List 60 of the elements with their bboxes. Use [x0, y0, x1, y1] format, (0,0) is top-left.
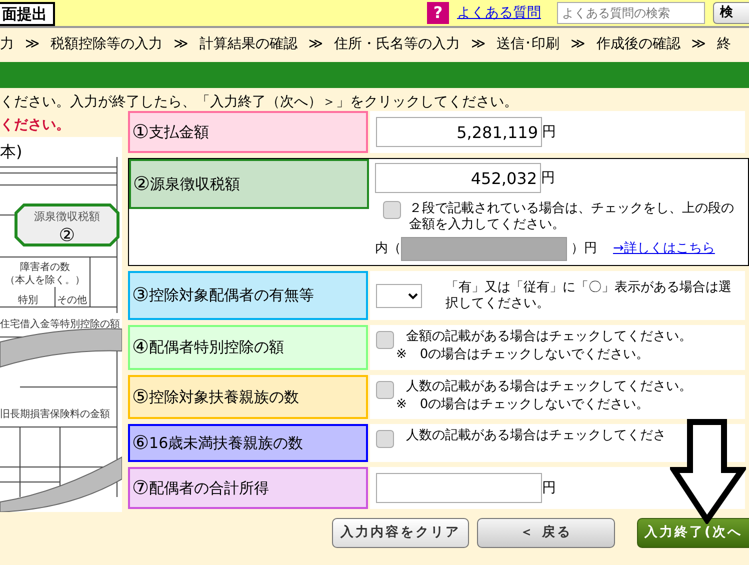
back-button[interactable]: ＜ 戻る [477, 518, 615, 548]
help-icon[interactable]: ? [427, 2, 449, 24]
hint-text: 「有」又は「従有」に「〇」表示がある場合は選択してください。 [446, 280, 733, 312]
step-arrow: ≫ [570, 34, 586, 54]
checkbox-text: ２段で記載されている場合は、チェックをし、上の段の金額を入力してください。 [409, 201, 735, 233]
select-field[interactable] [376, 284, 422, 308]
highlight-label: 源泉徴収税額 [34, 210, 100, 223]
checkbox[interactable] [376, 331, 394, 349]
step-label[interactable]: 住所・氏名等の入力 [334, 34, 460, 54]
form-label: 住宅借入金等特別控除の額 [0, 319, 120, 330]
checkbox[interactable] [383, 201, 401, 219]
search-field[interactable]: よくある質問の検索 [557, 2, 705, 24]
form-title: 本) [0, 142, 22, 161]
step-label[interactable]: 終 [716, 34, 731, 54]
note-text: ※ 0の場合はチェックしないでください。 [396, 397, 650, 413]
step-arrow: ≫ [174, 34, 188, 54]
checkbox[interactable] [376, 430, 394, 448]
instruction-text: ください。入力が終了したら、「入力終了（次へ）＞」をクリックしてください。 [0, 94, 519, 110]
checkbox-text: 人数の記載がある場合はチェックしてくださ [406, 428, 666, 444]
field-label: ②源泉徴収税額 [129, 159, 369, 209]
note-text: ※ 0の場合はチェックしないでください。 [396, 347, 650, 363]
details-link[interactable]: →詳しくはこちら [613, 241, 715, 257]
step-label[interactable]: 力 [0, 34, 14, 54]
step-label[interactable]: 税額控除等の入力 [50, 34, 163, 54]
prefix-text: 内（ [375, 241, 401, 257]
step-label[interactable]: 送信･印刷 [496, 34, 560, 54]
unit-label: 円 [541, 168, 555, 188]
amount-field[interactable]: 452,032 [375, 163, 541, 193]
checkbox[interactable] [376, 381, 394, 399]
checkbox-text: 人数の記載がある場合はチェックしてください。 [406, 379, 692, 395]
field-label: ①支払金額 [128, 111, 368, 153]
suffix-text: ）円 [571, 241, 597, 257]
checkbox-text: 金額の記載がある場合はチェックしてください。 [406, 329, 692, 345]
form-title: 面提出 [0, 2, 55, 26]
step-arrow: ≫ [691, 34, 706, 54]
warning-text: ください。 [0, 117, 71, 133]
unit-label: 円 [542, 478, 556, 498]
step-arrow: ≫ [470, 34, 486, 54]
highlight-number: ② [58, 225, 76, 246]
field-label: ③控除対象配偶者の有無等 [128, 271, 368, 320]
step-label[interactable]: 計算結果の確認 [199, 34, 298, 54]
form-label: 旧長期損害保険料の金額 [0, 409, 110, 420]
search-button[interactable]: 検 [713, 2, 749, 24]
next-button[interactable]: 入力終了(次へ [637, 518, 749, 548]
faq-link[interactable]: よくある質問 [457, 2, 541, 24]
form-label: 特別 [18, 295, 38, 306]
clear-button[interactable]: 入力内容をクリア [332, 518, 469, 548]
form-label: （本人を除く。） [5, 275, 85, 286]
amount-field[interactable] [376, 473, 542, 503]
step-label[interactable]: 作成後の確認 [596, 34, 680, 54]
field-label: ⑤控除対象扶養親族の数 [128, 375, 368, 419]
form-label: 障害者の数 [20, 262, 70, 273]
field-label: ⑦配偶者の合計所得 [128, 467, 368, 509]
field-label: ⑥16歳未満扶養親族の数 [128, 424, 368, 462]
unit-label: 円 [542, 122, 556, 142]
field-label: ④配偶者特別控除の額 [128, 325, 368, 370]
step-arrow: ≫ [25, 34, 40, 54]
form-label: その他 [57, 295, 87, 306]
amount-field[interactable]: 5,281,119 [376, 117, 542, 147]
step-arrow: ≫ [308, 34, 323, 54]
